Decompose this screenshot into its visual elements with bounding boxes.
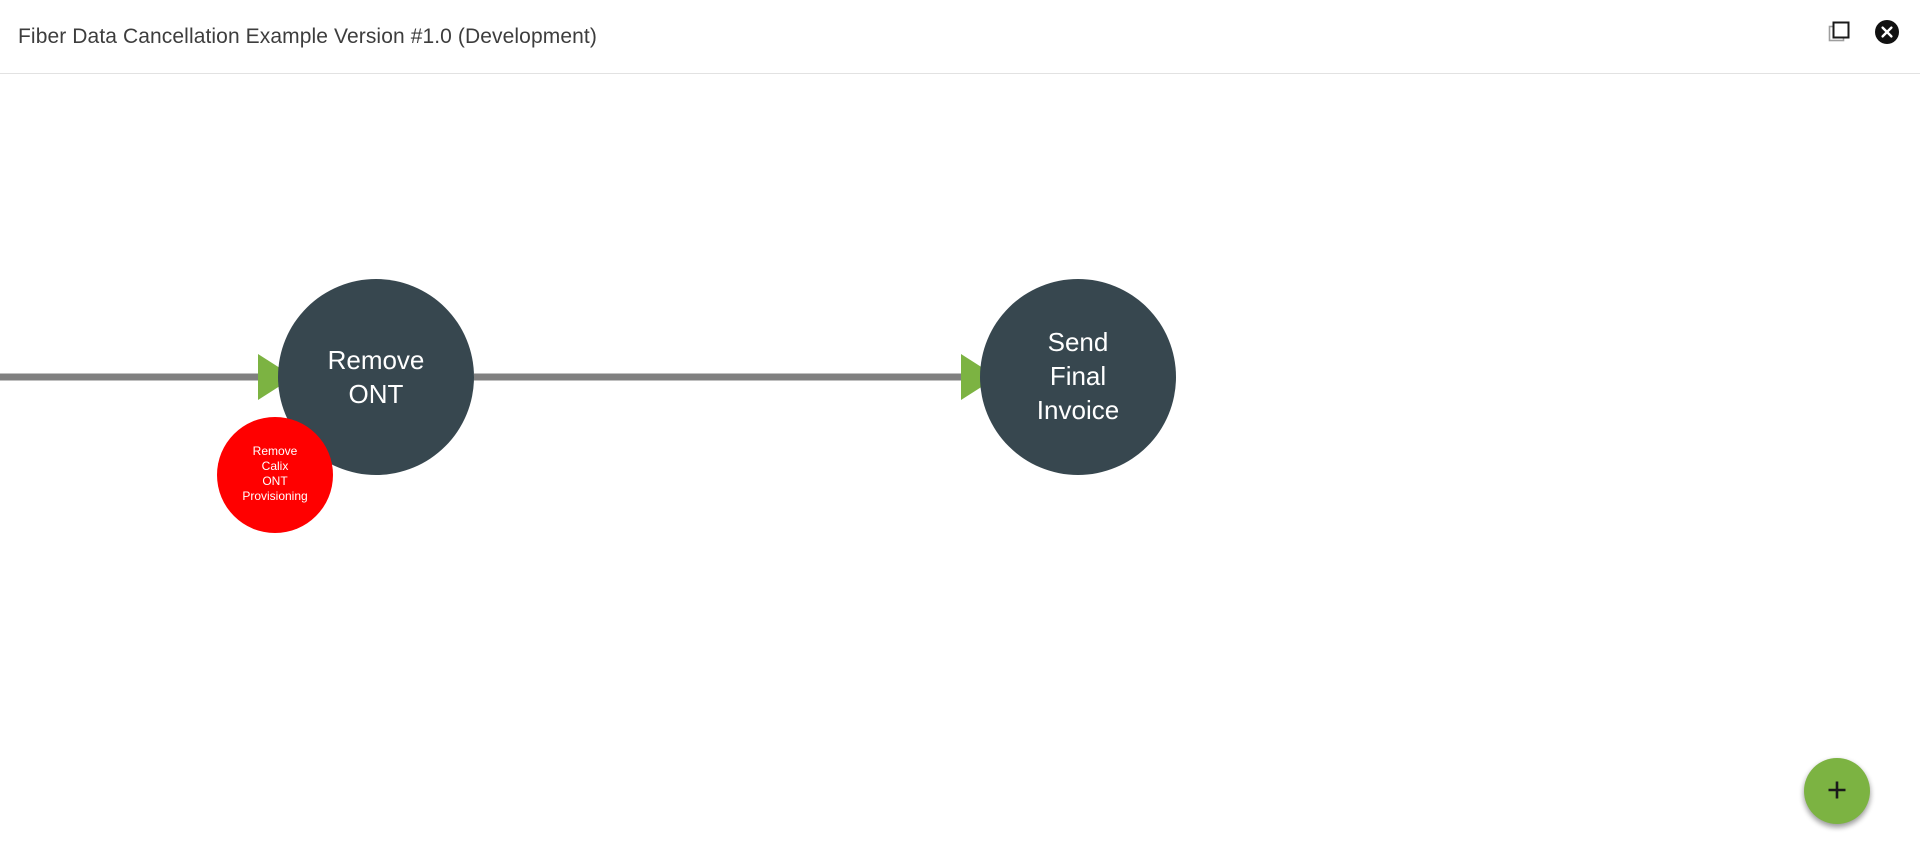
app-header: Fiber Data Cancellation Example Version … <box>0 0 1920 74</box>
duplicate-button[interactable] <box>1824 18 1854 48</box>
page-title: Fiber Data Cancellation Example Version … <box>18 25 597 48</box>
header-actions <box>1824 18 1902 48</box>
plus-icon <box>1824 777 1850 806</box>
workflow-canvas[interactable]: Remove ONT Remove Calix ONT Provisioning… <box>0 74 1920 862</box>
node-send-final-invoice[interactable]: Send Final Invoice <box>980 279 1176 475</box>
connector-remove-ont-to-send-final-invoice[interactable] <box>474 354 997 400</box>
badge-circle[interactable] <box>217 417 333 533</box>
node-circle[interactable] <box>980 279 1176 475</box>
close-button[interactable] <box>1872 18 1902 48</box>
workflow-graph: Remove ONT Remove Calix ONT Provisioning… <box>0 279 1176 533</box>
close-icon <box>1874 19 1900 48</box>
workflow-editor-app: Fiber Data Cancellation Example Version … <box>0 0 1920 862</box>
duplicate-icon <box>1827 20 1851 47</box>
connector-entry-to-remove-ont[interactable] <box>0 354 294 400</box>
badge-remove-calix-ont-provisioning[interactable]: Remove Calix ONT Provisioning <box>217 417 333 533</box>
add-node-button[interactable] <box>1804 758 1870 824</box>
